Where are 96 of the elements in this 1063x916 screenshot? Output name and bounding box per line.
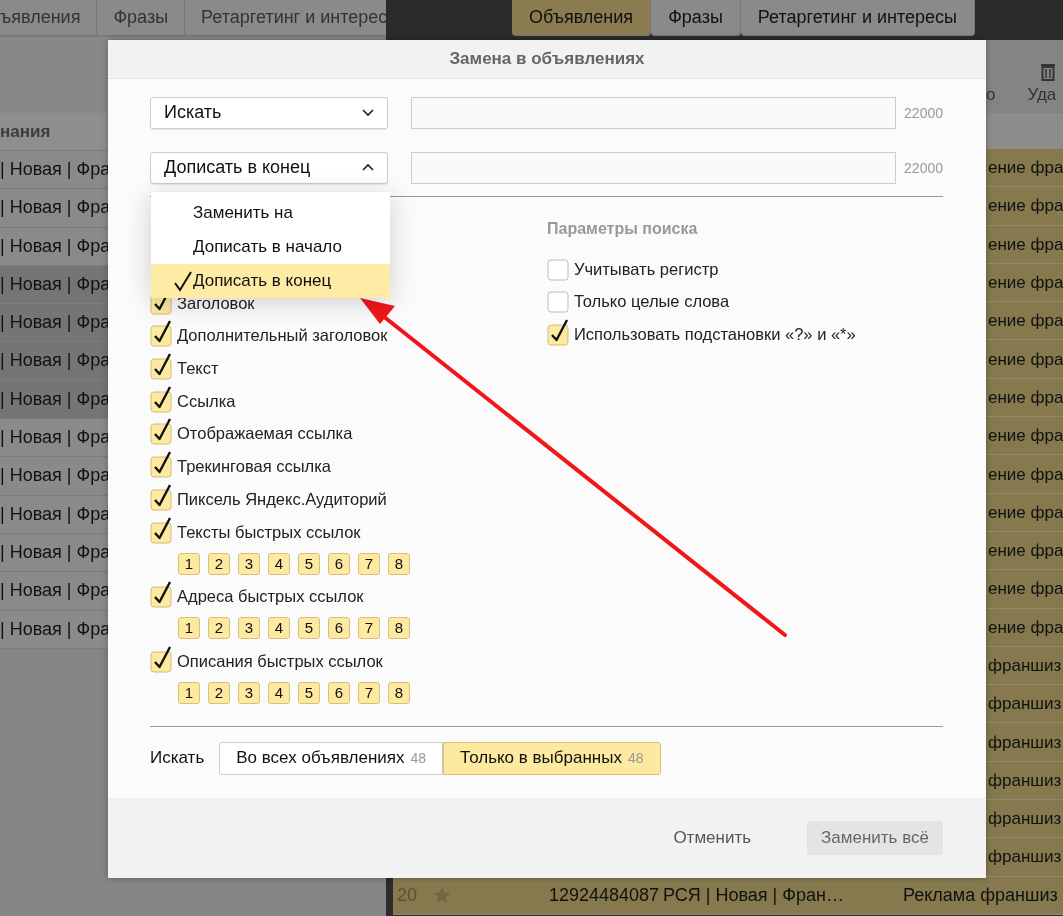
checkbox-label: Отображаемая ссылка bbox=[177, 424, 353, 445]
number-toggle[interactable]: 2 bbox=[208, 681, 230, 704]
tab[interactable]: Фразы bbox=[651, 0, 741, 36]
number-toggle[interactable]: 5 bbox=[298, 617, 320, 640]
number-toggle[interactable]: 8 bbox=[388, 552, 410, 575]
dropdown[interactable]: Искать bbox=[150, 96, 389, 129]
number-toggle[interactable]: 7 bbox=[358, 617, 380, 640]
checkbox-label: Тексты быстрых ссылок bbox=[177, 522, 361, 543]
number-toggle[interactable]: 8 bbox=[388, 681, 410, 704]
toolbar-label: о bbox=[986, 85, 996, 105]
checkbox-label: Трекинговая ссылка bbox=[177, 457, 331, 478]
table-cell-text: Реклама франшиз bbox=[903, 883, 1058, 907]
table-cell-text: франшиз bbox=[988, 731, 1062, 754]
table-cell-text: франшиз bbox=[988, 808, 1062, 831]
number-toggle[interactable]: 6 bbox=[328, 552, 350, 575]
checkbox[interactable] bbox=[150, 384, 172, 413]
character-limit: 22000 bbox=[904, 104, 943, 121]
tab[interactable]: Объявления bbox=[512, 0, 652, 36]
segment-button[interactable]: Только в выбранных 48 bbox=[443, 741, 661, 775]
table-cell-text: ение фра bbox=[988, 157, 1063, 180]
dropdown[interactable]: Дописать в конец bbox=[150, 151, 389, 184]
number-toggle[interactable]: 1 bbox=[178, 552, 200, 575]
table-cell-text: ение фра bbox=[988, 463, 1063, 486]
character-limit: 22000 bbox=[904, 159, 943, 176]
tab[interactable]: Фразы bbox=[97, 0, 186, 36]
segment-button[interactable]: Во всех объявлениях 48 bbox=[219, 741, 444, 775]
table-cell-text: ение фра bbox=[988, 195, 1063, 218]
checkbox-label: Использовать подстановки «?» и «*» bbox=[574, 325, 856, 346]
checkbox-label: Пиксель Яндекс.Аудиторий bbox=[177, 489, 387, 510]
table-cell-text: франшиз bbox=[988, 846, 1062, 869]
table-cell-text: ение фра bbox=[988, 425, 1063, 448]
number-toggle[interactable]: 3 bbox=[238, 681, 260, 704]
table-cell-text: франшиз bbox=[988, 655, 1062, 677]
scope-label: Искать bbox=[150, 748, 205, 769]
tab[interactable]: Ретаргетинг и интерес bbox=[185, 0, 386, 36]
table-cell-text: ение фра bbox=[988, 348, 1063, 371]
column-header: нания bbox=[0, 122, 51, 141]
table-cell-text: ение фра bbox=[988, 233, 1063, 256]
number-toggle[interactable]: 4 bbox=[268, 681, 290, 704]
number-toggle[interactable]: 7 bbox=[358, 552, 380, 575]
text-field[interactable] bbox=[411, 96, 897, 129]
checkbox[interactable] bbox=[150, 450, 172, 479]
number-toggle[interactable]: 5 bbox=[298, 552, 320, 575]
checkbox-label: Адреса быстрых ссылок bbox=[177, 587, 364, 608]
checkbox[interactable] bbox=[150, 644, 172, 673]
number-toggle[interactable]: 1 bbox=[178, 617, 200, 640]
section-title: Параметры поиска bbox=[547, 220, 699, 239]
number-toggle[interactable]: 2 bbox=[208, 552, 230, 575]
table-cell-text: ение фра bbox=[988, 310, 1063, 333]
checkbox-label: Описания быстрых ссылок bbox=[177, 651, 383, 672]
number-toggle[interactable]: 4 bbox=[268, 552, 290, 575]
checkbox-label: Дополнительный заголовок bbox=[177, 326, 388, 347]
checkbox-label: Ссылка bbox=[177, 391, 236, 412]
checkbox[interactable] bbox=[547, 318, 569, 347]
number-toggle[interactable]: 1 bbox=[178, 681, 200, 704]
checkbox[interactable] bbox=[150, 352, 172, 381]
checkbox[interactable] bbox=[150, 580, 172, 609]
number-toggle[interactable]: 6 bbox=[328, 681, 350, 704]
number-toggle[interactable]: 4 bbox=[268, 617, 290, 640]
table-cell-text: франшиз bbox=[988, 693, 1062, 716]
number-toggle[interactable]: 6 bbox=[328, 617, 350, 640]
check-icon bbox=[173, 270, 193, 292]
cancel-button[interactable]: Отменить bbox=[673, 828, 752, 848]
tab[interactable]: ъявления bbox=[0, 0, 98, 36]
table-cell-text: франшиз bbox=[988, 769, 1062, 792]
replace-all-button[interactable]: Заменить всё bbox=[807, 821, 943, 855]
checkbox[interactable] bbox=[150, 319, 172, 348]
table-cell-text: ение фра bbox=[988, 540, 1063, 563]
checkbox-label: Учитывать регистр bbox=[574, 259, 719, 280]
trash-icon bbox=[1040, 63, 1057, 81]
number-toggle[interactable]: 3 bbox=[238, 617, 260, 640]
table-cell-text: ение фра bbox=[988, 616, 1063, 639]
table-cell-text: ение фра bbox=[988, 386, 1063, 409]
number-toggle[interactable]: 3 bbox=[238, 552, 260, 575]
menu-item[interactable]: Дописать в конец bbox=[151, 264, 390, 298]
number-toggle[interactable]: 7 bbox=[358, 681, 380, 704]
menu-item[interactable]: Дописать в начало bbox=[151, 230, 390, 264]
checkbox-label: Только целые слова bbox=[574, 292, 730, 313]
table-cell-text: ение фра bbox=[988, 501, 1063, 524]
checkbox-label: Текст bbox=[177, 359, 219, 380]
chevron-icon bbox=[361, 107, 376, 118]
text-field[interactable] bbox=[411, 151, 897, 184]
chevron-icon bbox=[361, 162, 376, 173]
menu-item[interactable]: Заменить на bbox=[151, 196, 390, 230]
number-toggle[interactable]: 5 bbox=[298, 681, 320, 704]
table-cell-text: РСЯ | Новая | Фран… bbox=[663, 883, 845, 907]
number-toggle[interactable]: 2 bbox=[208, 617, 230, 640]
table-cell-text: ение фра bbox=[988, 272, 1063, 295]
number-toggle[interactable]: 8 bbox=[388, 617, 410, 640]
checkbox[interactable] bbox=[150, 417, 172, 446]
table-cell-text: 12924484087 bbox=[549, 883, 661, 907]
tab[interactable]: Ретаргетинг и интересы bbox=[740, 0, 975, 36]
dialog-title: Замена в объявлениях bbox=[449, 49, 645, 69]
checkbox[interactable] bbox=[150, 515, 172, 544]
checkbox[interactable] bbox=[150, 482, 172, 511]
table-cell-text: ение фра bbox=[988, 578, 1063, 601]
